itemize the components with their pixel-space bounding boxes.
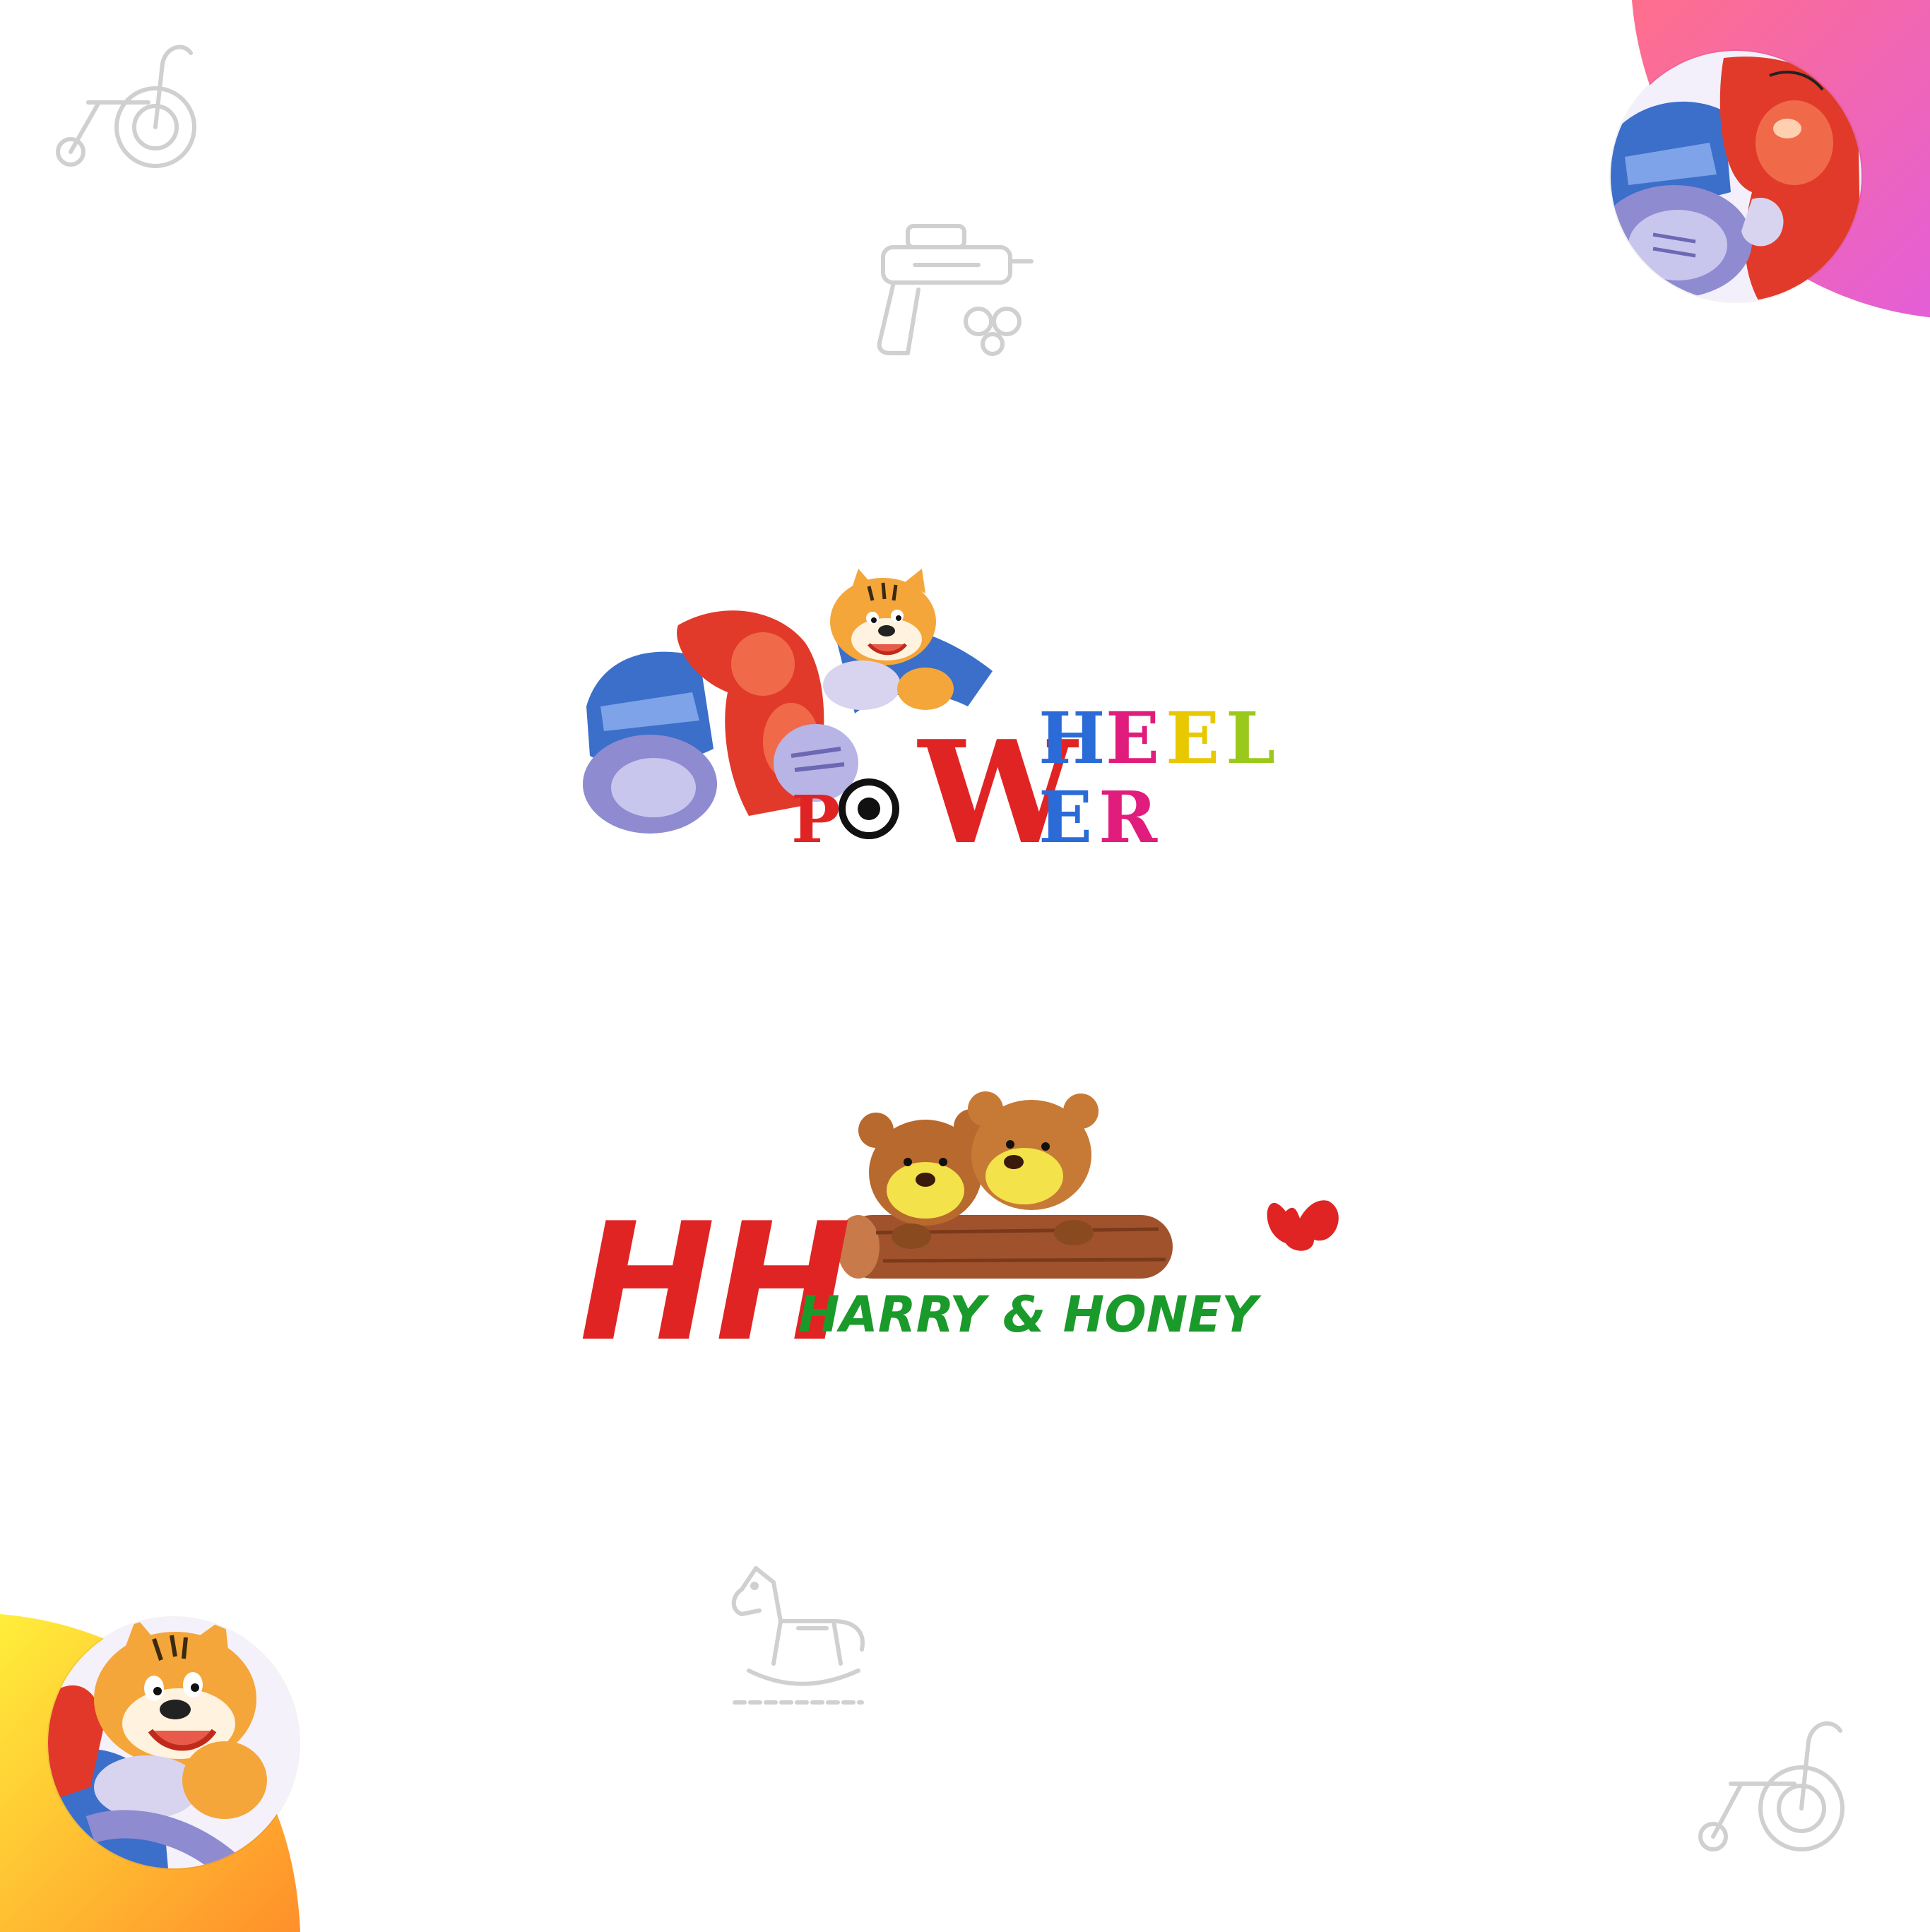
harry-honey-logo: HH HARRY & HONEY xyxy=(579,1091,1356,1377)
tricycle-icon xyxy=(1692,1709,1851,1861)
logo-letter-p: P xyxy=(791,781,840,858)
logo-letter-e1: E xyxy=(1106,697,1159,780)
power-wheel-logo: P W E R H E E L xyxy=(572,565,1349,876)
rocking-horse-icon xyxy=(721,1558,876,1709)
tiger-badge-image xyxy=(48,1618,299,1868)
logo-letter-h: H xyxy=(1038,697,1105,780)
logo-letter-r: R xyxy=(1099,776,1158,859)
logo-letter-l: L xyxy=(1226,697,1275,780)
water-gun-icon xyxy=(872,223,1038,357)
motorbike-badge-image xyxy=(1611,51,1861,302)
logo-letter-e: E xyxy=(1038,776,1092,859)
logo-monogram: HH xyxy=(579,1189,851,1374)
logo-letter-e2: E xyxy=(1166,697,1219,780)
tricycle-icon xyxy=(49,35,205,177)
logo-brand-name: HARRY & HONEY xyxy=(798,1286,1262,1344)
